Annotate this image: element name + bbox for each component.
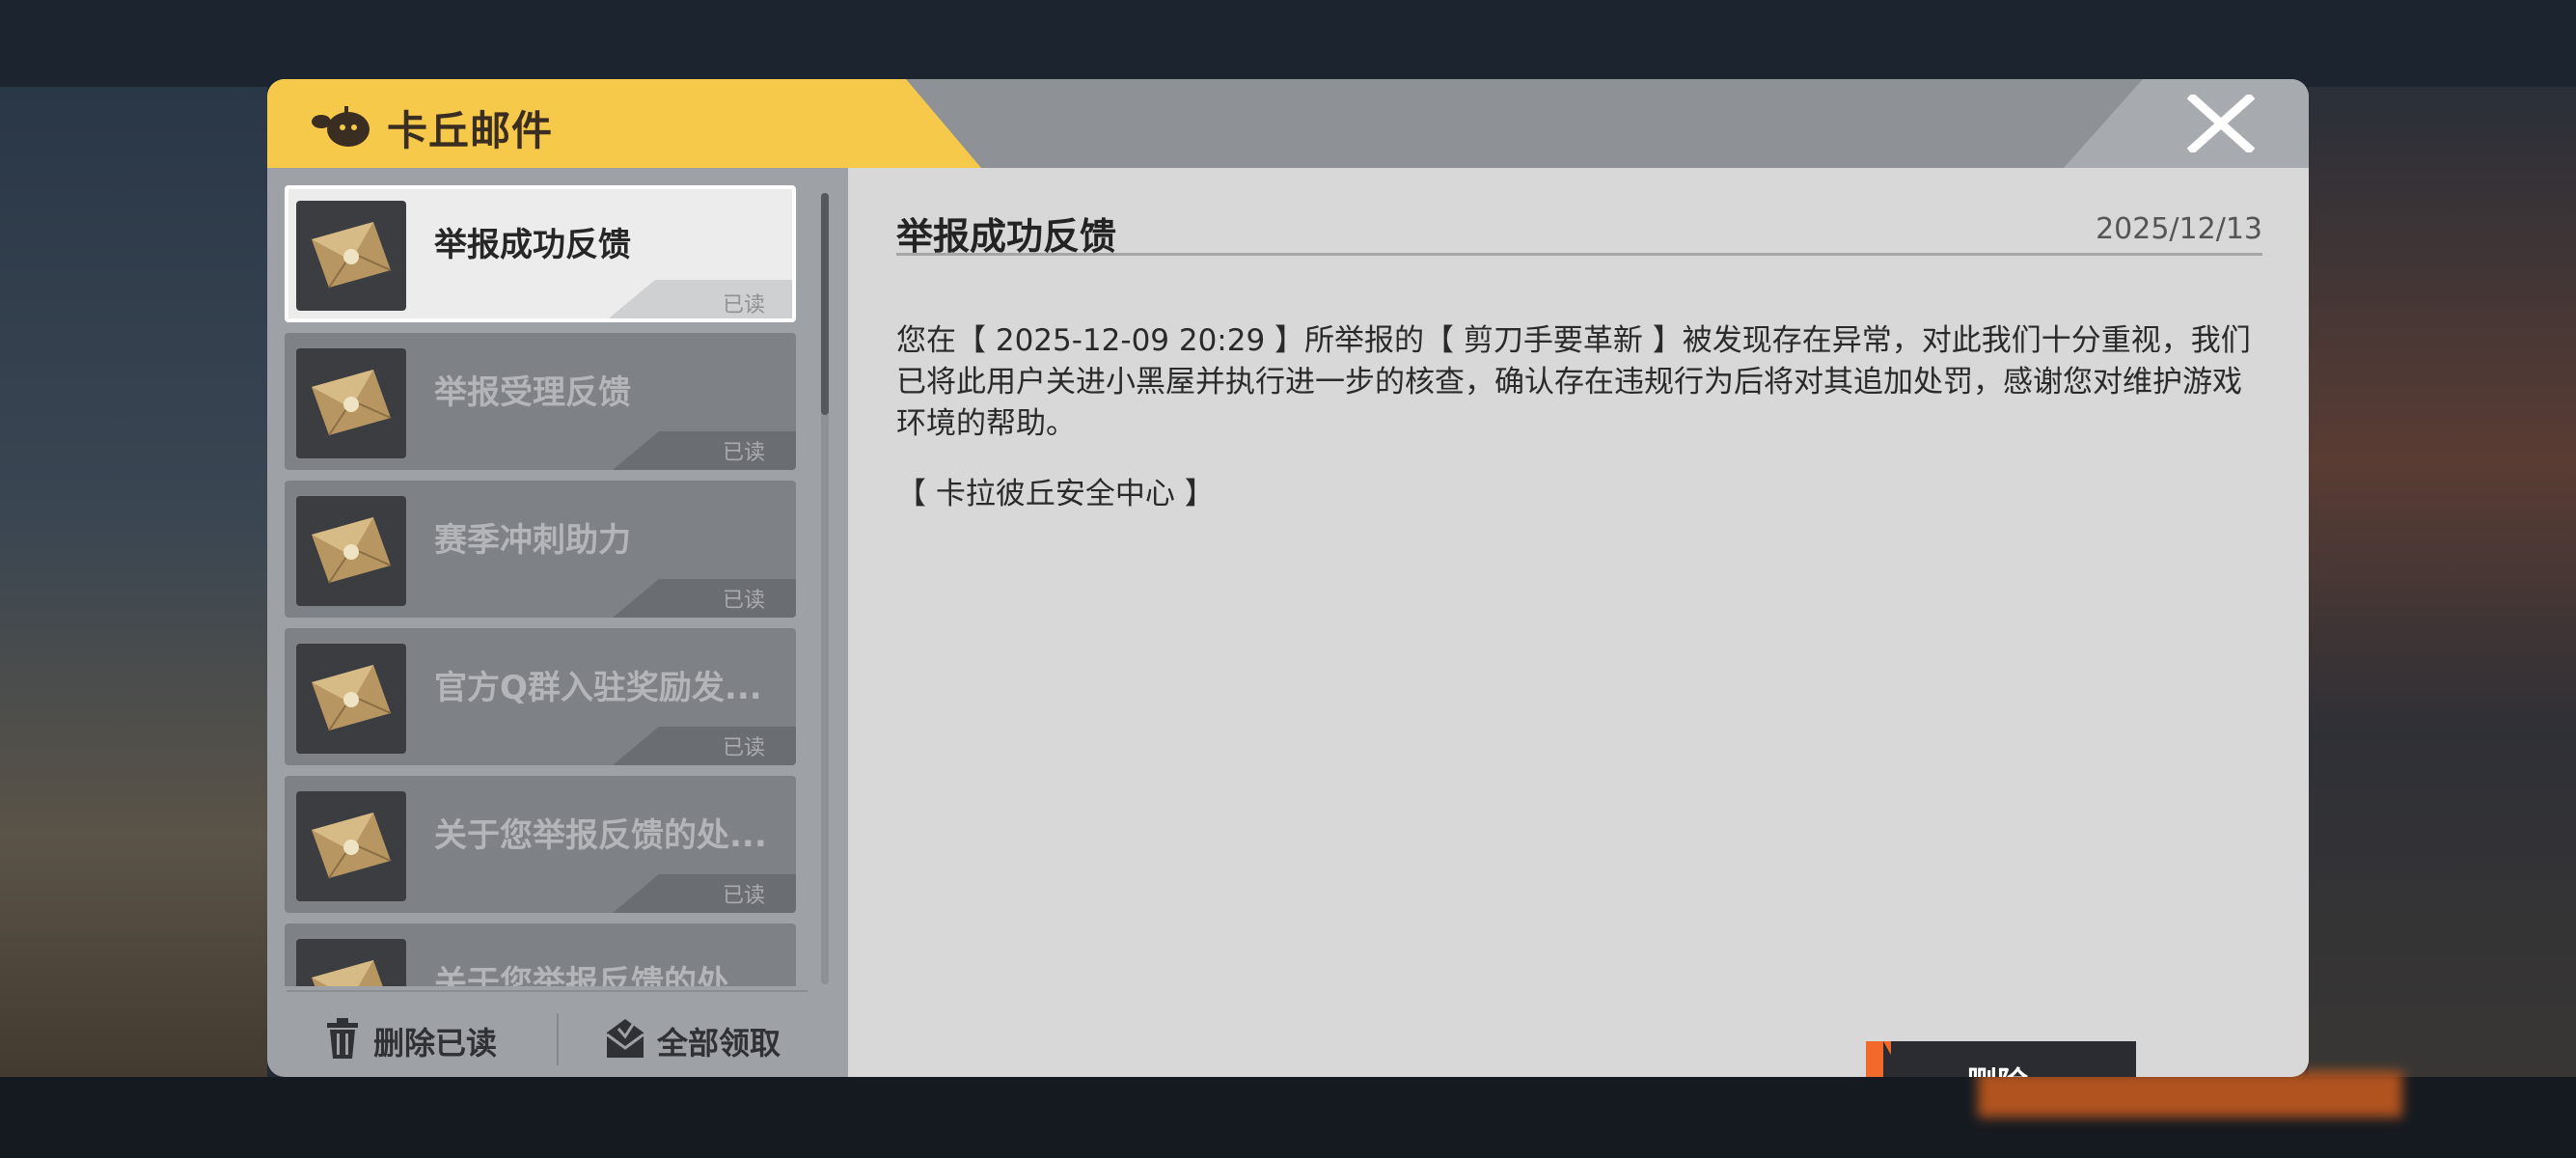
mail-envelope-icon <box>296 348 406 458</box>
trash-icon <box>327 1018 358 1059</box>
read-status-tag <box>613 431 796 470</box>
title-tab: 卡丘邮件 <box>267 79 981 168</box>
list-divider <box>287 990 808 992</box>
mascot-icon <box>312 106 370 147</box>
mail-item-title: 关于您举报反馈的处... <box>434 964 767 986</box>
mail-list-item[interactable]: 赛季冲刺助力已读 <box>285 481 796 618</box>
read-status-label: 已读 <box>722 589 765 613</box>
read-status-tag <box>613 727 796 765</box>
claim-all-button[interactable]: 全部领取 <box>605 1006 798 1073</box>
content-title: 举报成功反馈 <box>896 215 1117 258</box>
read-status-tag <box>613 874 796 913</box>
mail-list-item[interactable]: 关于您举报反馈的处... <box>285 924 796 986</box>
scrollbar-thumb[interactable] <box>821 193 829 415</box>
delete-read-button[interactable]: 删除已读 <box>325 1006 528 1073</box>
backdrop-right <box>2309 87 2576 1158</box>
content-body: 您在【 2025-12-09 20:29 】所举报的【 剪刀手要革新 】被发现存… <box>896 323 2251 441</box>
read-status-label: 已读 <box>722 736 765 760</box>
mail-content-panel: 举报成功反馈 2025/12/13 您在【 2025-12-09 20:29 】… <box>848 168 2309 1077</box>
mail-item-title: 举报受理反馈 <box>434 373 631 412</box>
mail-list-item[interactable]: 举报成功反馈已读 <box>285 185 796 322</box>
envelope-claim-icon <box>606 1019 644 1058</box>
mail-envelope-icon <box>296 791 406 901</box>
mail-list-item[interactable]: 官方Q群入驻奖励发... 已读 <box>285 628 796 765</box>
delete-read-label: 删除已读 <box>373 1025 498 1062</box>
content-divider <box>896 253 2262 256</box>
dialog-title: 卡丘邮件 <box>387 107 554 154</box>
content-signature: 【 卡拉彼丘安全中心 】 <box>896 477 1215 511</box>
footer-divider <box>557 1013 559 1065</box>
mail-envelope-icon <box>296 496 406 606</box>
backdrop-orange-glow <box>1978 1071 2402 1117</box>
backdrop-top-bar <box>0 0 2576 87</box>
mail-list-item[interactable]: 举报受理反馈已读 <box>285 333 796 470</box>
close-x-icon[interactable] <box>2187 95 2255 152</box>
claim-all-label: 全部领取 <box>657 1025 781 1062</box>
delete-button[interactable]: 删除 <box>1866 1041 2136 1077</box>
mail-item-title: 关于您举报反馈的处... <box>434 816 767 855</box>
read-status-label: 已读 <box>722 884 765 908</box>
mail-envelope-icon <box>296 939 406 986</box>
mail-envelope-icon <box>296 644 406 754</box>
content-date: 2025/12/13 <box>2096 212 2262 246</box>
read-status-label: 已读 <box>722 441 765 465</box>
mail-dialog: 卡丘邮件 举报成功反馈 已读 举报受理反馈 已读 赛季冲刺助力 已读 官方Q群入驻奖励发..… <box>267 79 2309 1077</box>
read-status-tag <box>613 579 796 618</box>
read-status-label: 已读 <box>722 293 765 317</box>
mail-item-title: 举报成功反馈 <box>434 226 631 264</box>
backdrop-left <box>0 87 267 1158</box>
mail-list-item[interactable]: 关于您举报反馈的处... 已读 <box>285 776 796 913</box>
delete-label: 删除 <box>1966 1059 2028 1077</box>
mail-list: 举报成功反馈 已读 举报受理反馈 已读 赛季冲刺助力 已读 官方Q群入驻奖励发... 已读 关于… <box>285 185 796 986</box>
mail-envelope-icon <box>296 201 406 311</box>
mail-item-title: 官方Q群入驻奖励发... <box>434 669 762 707</box>
mail-item-title: 赛季冲刺助力 <box>434 521 631 560</box>
